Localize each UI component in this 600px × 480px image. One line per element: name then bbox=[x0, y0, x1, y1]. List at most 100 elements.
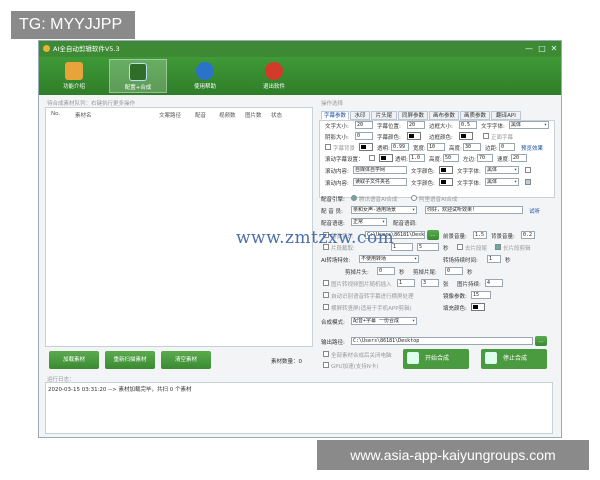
column-header: 文案路径 bbox=[159, 113, 182, 119]
font-size-label: 文字大小: bbox=[325, 124, 349, 130]
margin-input[interactable]: 0 bbox=[499, 143, 515, 151]
mirror-input[interactable]: 15 bbox=[471, 291, 491, 299]
bg-volume-input[interactable]: 0.2 bbox=[521, 231, 535, 239]
preview-link[interactable]: 预览效果 bbox=[521, 144, 543, 152]
scroll-left-input[interactable]: 70 bbox=[477, 154, 493, 162]
subtitle-sync-checkbox[interactable] bbox=[323, 292, 329, 298]
task-table[interactable] bbox=[45, 107, 313, 347]
close-icon[interactable]: ✕ bbox=[548, 41, 560, 57]
engine-ali-radio[interactable] bbox=[411, 195, 417, 201]
scroll2-font-select[interactable]: 黑体 bbox=[485, 178, 519, 186]
tab-subtitle[interactable]: 字幕参数 bbox=[321, 111, 349, 120]
tab-canvas[interactable]: 画布参数 bbox=[429, 111, 459, 120]
tab-split[interactable]: 同屏参数 bbox=[398, 111, 428, 120]
width-input[interactable]: 10 bbox=[427, 143, 445, 151]
toolbar-exit-button[interactable]: 退出软件 bbox=[245, 59, 303, 93]
voice-test-text[interactable]: 你好，欢迎试听效果! bbox=[425, 206, 523, 214]
gpu-checkbox[interactable] bbox=[323, 362, 329, 368]
material-count: 素材数量：0 bbox=[271, 359, 302, 365]
speech-rate-label: 配音语速: bbox=[321, 221, 345, 227]
follow-label: 正面字幕 bbox=[491, 135, 514, 141]
log-panel[interactable]: 2020-03-15 03:31:20 --> 素材加载完毕，共扫 0 个素材 bbox=[45, 382, 553, 434]
scroll2-font-color-swatch[interactable] bbox=[439, 178, 453, 186]
subtitle-bg-checkbox[interactable] bbox=[325, 144, 331, 150]
tab-watermark[interactable]: 水印 bbox=[350, 111, 370, 120]
fg-volume-label: 前景音量: bbox=[443, 234, 467, 240]
pic-insert-min[interactable]: 1 bbox=[397, 279, 415, 287]
voice-label: 配 音 员: bbox=[321, 209, 343, 215]
follow-checkbox[interactable] bbox=[483, 133, 489, 139]
font-select[interactable]: 黑体 bbox=[509, 121, 549, 129]
toolbar-config-button[interactable]: 配置+合成 bbox=[109, 59, 167, 93]
scroll-alpha-input[interactable]: 1.0 bbox=[409, 154, 425, 162]
scroll2-bold-checkbox[interactable] bbox=[525, 179, 531, 185]
transition-select[interactable]: 不使用转场 bbox=[359, 255, 419, 263]
speech-rate-select[interactable]: 正常 bbox=[351, 218, 387, 226]
fg-volume-input[interactable]: 1.5 bbox=[473, 231, 487, 239]
cut-head-input[interactable]: 0 bbox=[377, 267, 395, 275]
cut-tail-input[interactable]: 0 bbox=[445, 267, 463, 275]
scroll-checkbox[interactable] bbox=[369, 155, 375, 161]
toolbar-label: 配置+合成 bbox=[124, 85, 152, 91]
pic-duration-input[interactable]: 4 bbox=[485, 279, 503, 287]
scroll2-font-color-label: 文字颜色: bbox=[411, 181, 435, 187]
subtitle-sync-label: 自动识别语音转字幕进行横屏处理 bbox=[331, 294, 414, 300]
long-clip-checkbox[interactable] bbox=[495, 244, 501, 250]
bg-color-swatch[interactable] bbox=[359, 143, 373, 151]
scroll-bold-checkbox[interactable] bbox=[525, 167, 531, 173]
border-color-label: 边框颜色: bbox=[429, 135, 453, 141]
rescan-material-button[interactable]: 重新扫描素材 bbox=[105, 351, 155, 369]
scroll-font-select[interactable]: 黑体 bbox=[485, 166, 519, 174]
scroll-height-input[interactable]: 50 bbox=[443, 154, 459, 162]
mode-select[interactable]: 配音+字幕 一份合成 bbox=[351, 317, 417, 325]
toolbar-help-button[interactable]: 使用帮助 bbox=[176, 59, 234, 93]
border-size-input[interactable]: 0.5 bbox=[459, 121, 477, 129]
scroll-font-color-label: 文字颜色: bbox=[411, 169, 435, 175]
maximize-icon[interactable]: □ bbox=[536, 41, 548, 57]
voice-test-link[interactable]: 试听 bbox=[529, 207, 540, 215]
voice-select[interactable]: 亲和女声-通用场景 bbox=[351, 206, 417, 214]
start-button[interactable]: 开始合成 bbox=[403, 349, 469, 369]
subtitle-pos-input[interactable]: 20 bbox=[407, 121, 425, 129]
pic-insert-checkbox[interactable] bbox=[323, 280, 329, 286]
bgm-browse-button[interactable]: ... bbox=[427, 230, 439, 240]
clip-max-input[interactable]: 5 bbox=[417, 243, 439, 251]
scroll-color-swatch[interactable] bbox=[379, 154, 393, 162]
transition-time-unit: 秒 bbox=[505, 258, 511, 264]
toolbar-intro-button[interactable]: 功能介绍 bbox=[45, 59, 103, 93]
subtitle-color-swatch[interactable] bbox=[407, 132, 421, 140]
fill-color-swatch[interactable] bbox=[471, 303, 485, 311]
clip-tail-checkbox[interactable] bbox=[457, 244, 463, 250]
font-size-input[interactable]: 20 bbox=[355, 121, 373, 129]
transition-time-input[interactable]: 1 bbox=[487, 255, 501, 263]
minimize-icon[interactable]: — bbox=[523, 41, 535, 57]
scroll-content-input[interactable]: 自媒体自学网 bbox=[353, 166, 407, 174]
load-material-button[interactable]: 加载素材 bbox=[49, 351, 99, 369]
height-input[interactable]: 30 bbox=[463, 143, 481, 151]
pic-insert-max[interactable]: 3 bbox=[421, 279, 439, 287]
shadow-input[interactable]: 0 bbox=[355, 132, 373, 140]
alpha-input[interactable]: 0.99 bbox=[391, 143, 409, 151]
scroll-content2-label: 滚动内容: bbox=[325, 181, 349, 187]
tab-translate[interactable]: 翻译API bbox=[491, 111, 521, 120]
stop-button[interactable]: 停止合成 bbox=[481, 349, 547, 369]
scroll-content2-input[interactable]: 读取子文件夹名 bbox=[353, 178, 407, 186]
toolbar-label: 使用帮助 bbox=[193, 84, 216, 90]
tab-quality[interactable]: 画质参数 bbox=[460, 111, 490, 120]
task-list-title: 待合成素材队列：右键执行更多操作 bbox=[47, 101, 136, 107]
column-header: 配音 bbox=[195, 113, 207, 119]
scroll-font-color-swatch[interactable] bbox=[439, 166, 453, 174]
clear-material-button[interactable]: 清空素材 bbox=[161, 351, 211, 369]
output-path-input[interactable]: C:\Users\86181\Desktop bbox=[351, 337, 533, 345]
subtitle-pos-label: 字幕位置: bbox=[377, 124, 401, 130]
border-color-swatch[interactable] bbox=[459, 132, 473, 140]
vertical-checkbox[interactable] bbox=[323, 304, 329, 310]
watermark-top-left: TG: MYYJJPP bbox=[11, 11, 135, 39]
tab-intro-outro[interactable]: 片头尾 bbox=[371, 111, 397, 120]
alpha-label: 透明: bbox=[377, 146, 390, 152]
shutdown-checkbox[interactable] bbox=[323, 351, 329, 357]
scroll-speed-input[interactable]: 20 bbox=[511, 154, 527, 162]
engine-tencent-radio[interactable] bbox=[351, 195, 357, 201]
output-browse-button[interactable]: ... bbox=[535, 336, 547, 346]
dub-engine-label: 配音引擎: bbox=[321, 197, 345, 203]
